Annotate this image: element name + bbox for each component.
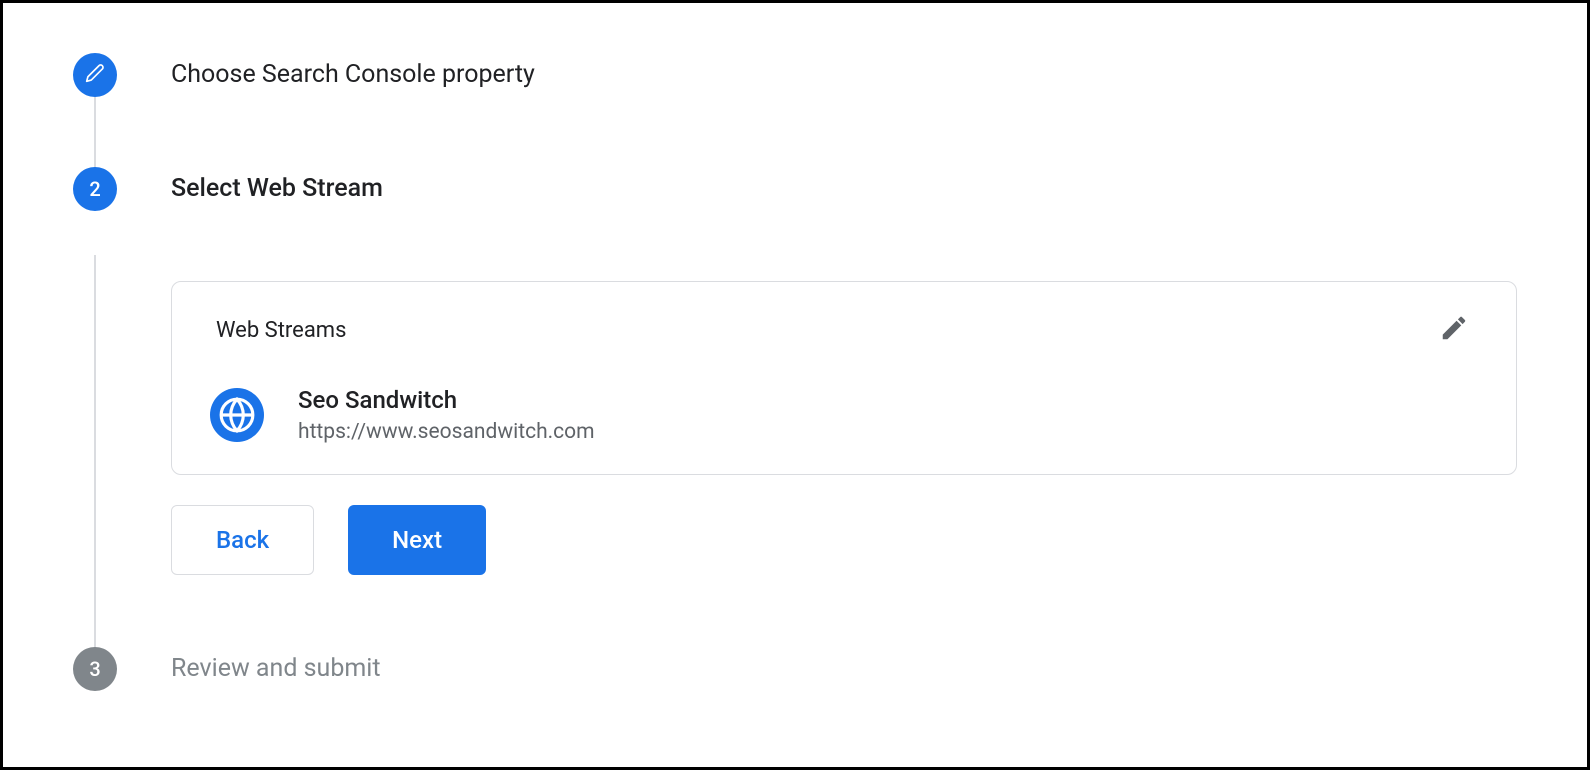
pencil-icon (85, 63, 105, 88)
step-2-marker: 2 (73, 167, 117, 211)
stepper: Choose Search Console property 2 Select … (73, 53, 1517, 691)
back-button[interactable]: Back (171, 505, 314, 575)
stream-text: Seo Sandwitch https://www.seosandwitch.c… (298, 386, 595, 444)
step-2-title: Select Web Stream (171, 167, 1517, 211)
stream-url: https://www.seosandwitch.com (298, 420, 595, 444)
step-1-marker (73, 53, 117, 97)
web-stream-item: Seo Sandwitch https://www.seosandwitch.c… (216, 386, 1472, 444)
step-3[interactable]: 3 Review and submit (73, 647, 1517, 691)
panel-header: Web Streams (216, 312, 1472, 348)
step-connector (94, 255, 96, 685)
stream-name: Seo Sandwitch (298, 386, 595, 414)
button-row: Back Next (171, 505, 1517, 575)
step-3-marker: 3 (73, 647, 117, 691)
pencil-icon (1439, 313, 1469, 347)
edit-stream-button[interactable] (1436, 312, 1472, 348)
step-2-number: 2 (89, 177, 100, 201)
next-button[interactable]: Next (348, 505, 486, 575)
globe-icon (210, 388, 264, 442)
step-1[interactable]: Choose Search Console property (73, 53, 1517, 97)
step-1-title: Choose Search Console property (171, 53, 1517, 97)
step-3-title: Review and submit (171, 647, 1517, 691)
step-3-number: 3 (89, 657, 100, 681)
step-2: 2 Select Web Stream Web Streams (73, 167, 1517, 575)
web-streams-panel: Web Streams Seo Sandwitch https://www.se… (171, 281, 1517, 475)
panel-header-title: Web Streams (216, 318, 346, 343)
